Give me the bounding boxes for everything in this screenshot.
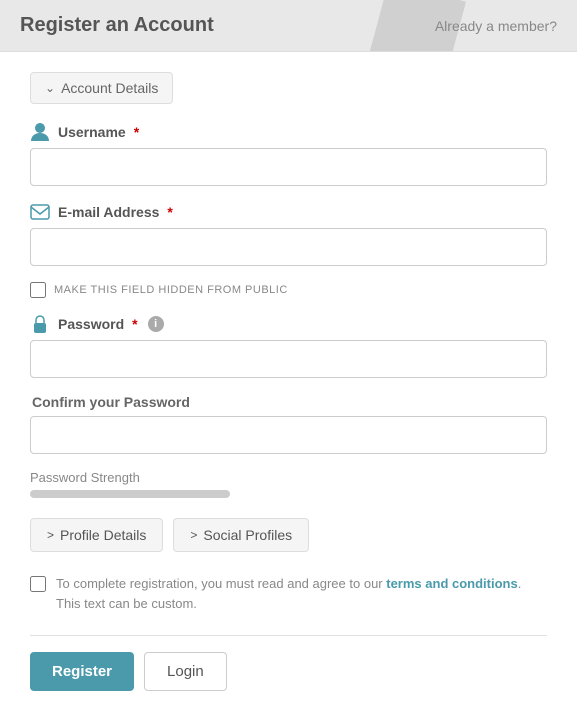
username-required: * [134,124,139,140]
lock-icon [30,314,50,334]
hide-field-row: MAKE THIS FIELD HIDDEN FROM PUBLIC [30,282,547,298]
hide-field-checkbox[interactable] [30,282,46,298]
confirm-password-field-group: Confirm your Password [30,394,547,454]
social-profiles-button[interactable]: > Social Profiles [173,518,309,552]
password-strength-section: Password Strength [30,470,547,498]
terms-text: To complete registration, you must read … [56,574,547,613]
confirm-password-input[interactable] [30,416,547,454]
terms-row: To complete registration, you must read … [30,574,547,613]
email-input[interactable] [30,228,547,266]
account-details-label: Account Details [61,80,158,96]
username-label: Username [58,124,126,140]
page-title: Register an Account [20,14,214,37]
terms-text-before: To complete registration, you must read … [56,576,386,591]
profile-details-label: Profile Details [60,527,146,543]
login-button[interactable]: Login [144,652,227,691]
username-input[interactable] [30,148,547,186]
password-required: * [132,316,137,332]
password-strength-label: Password Strength [30,470,547,485]
terms-checkbox[interactable] [30,576,46,592]
account-details-toggle[interactable]: ⌄ Account Details [30,72,173,104]
accordion-buttons: > Profile Details > Social Profiles [30,518,547,552]
hide-field-label: MAKE THIS FIELD HIDDEN FROM PUBLIC [54,284,288,296]
profile-chevron-icon: > [47,528,54,542]
password-label: Password [58,316,124,332]
terms-link[interactable]: terms and conditions [386,576,517,591]
form-body: ⌄ Account Details Username * [0,52,577,721]
email-label: E-mail Address [58,204,159,220]
username-label-row: Username * [30,122,547,142]
divider [30,635,547,636]
header: Register an Account Already a member? [0,0,577,52]
password-field-group: Password * i [30,314,547,378]
email-icon [30,202,50,222]
confirm-password-label: Confirm your Password [30,394,547,410]
password-label-row: Password * i [30,314,547,334]
user-icon [30,122,50,142]
strength-bar-background [30,490,230,498]
password-input[interactable] [30,340,547,378]
page-wrapper: Register an Account Already a member? ⌄ … [0,0,577,721]
email-required: * [167,204,172,220]
chevron-down-icon: ⌄ [45,81,55,95]
email-field-group: E-mail Address * [30,202,547,266]
info-icon[interactable]: i [148,316,164,332]
profile-details-button[interactable]: > Profile Details [30,518,163,552]
action-buttons: Register Login [30,652,547,691]
username-field-group: Username * [30,122,547,186]
social-profiles-label: Social Profiles [203,527,292,543]
email-label-row: E-mail Address * [30,202,547,222]
already-member-link[interactable]: Already a member? [435,18,557,34]
social-chevron-icon: > [190,528,197,542]
register-button[interactable]: Register [30,652,134,691]
